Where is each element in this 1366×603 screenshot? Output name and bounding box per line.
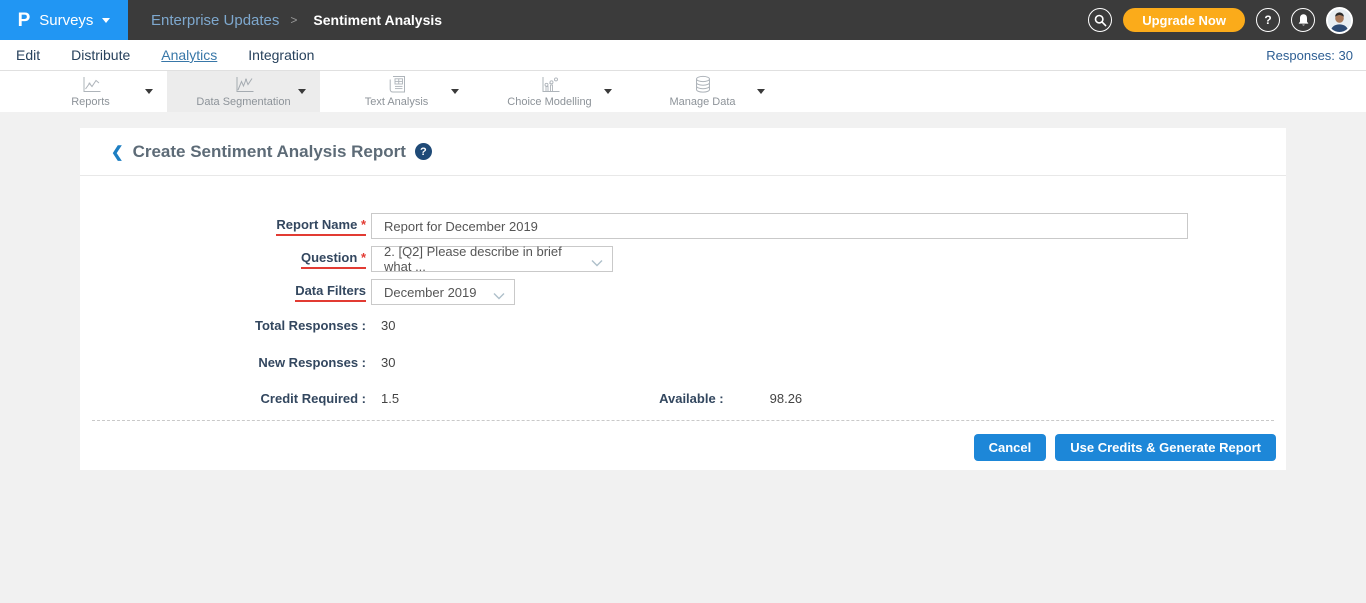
- analytics-toolbar: Reports Data Segmentation Text Analysis …: [0, 71, 1366, 112]
- breadcrumb-survey-name[interactable]: Enterprise Updates: [151, 12, 279, 29]
- data-filters-select-value: December 2019: [384, 285, 477, 300]
- form-footer: Cancel Use Credits & Generate Report: [80, 421, 1286, 470]
- toolbar-tab-text-analysis[interactable]: Text Analysis: [320, 71, 473, 112]
- question-row: Question * 2. [Q2] Please describe in br…: [80, 246, 1286, 272]
- chevron-down-icon[interactable]: [757, 89, 765, 94]
- create-report-card: ❮ Create Sentiment Analysis Report ? Rep…: [80, 128, 1286, 470]
- tab-distribute[interactable]: Distribute: [71, 47, 130, 63]
- tab-edit[interactable]: Edit: [16, 47, 40, 63]
- toolbar-tab-label: Choice Modelling: [507, 96, 591, 108]
- notifications-bell-icon[interactable]: [1291, 8, 1315, 32]
- toolbar-tab-label: Manage Data: [669, 96, 735, 108]
- toolbar-tab-data-segmentation[interactable]: Data Segmentation: [167, 71, 320, 112]
- toolbar-tab-label: Reports: [71, 96, 110, 108]
- credit-required-row: Credit Required : 1.5 Available : 98.26: [80, 391, 1286, 406]
- tab-analytics[interactable]: Analytics: [161, 47, 217, 63]
- upgrade-now-button[interactable]: Upgrade Now: [1123, 8, 1245, 32]
- data-filters-row: Data Filters December 2019: [80, 279, 1286, 305]
- toolbar-tab-reports[interactable]: Reports: [14, 71, 167, 112]
- help-icon[interactable]: ?: [415, 143, 432, 160]
- report-form: Report Name * Question * 2. [Q2] Please …: [80, 176, 1286, 406]
- chevron-down-icon: [591, 255, 603, 270]
- page-title: Create Sentiment Analysis Report: [133, 142, 406, 162]
- toolbar-tab-manage-data[interactable]: Manage Data: [626, 71, 779, 112]
- breadcrumb: Enterprise Updates > Sentiment Analysis: [151, 12, 442, 29]
- chevron-down-icon[interactable]: [298, 89, 306, 94]
- credit-required-value: 1.5: [381, 391, 399, 406]
- total-responses-label: Total Responses :: [80, 318, 366, 333]
- bubble-chart-icon: [538, 76, 562, 94]
- toolbar-tab-choice-modelling[interactable]: Choice Modelling: [473, 71, 626, 112]
- user-avatar[interactable]: [1326, 7, 1353, 34]
- available-credits-label: Available :: [659, 391, 724, 406]
- newspaper-icon: [387, 75, 407, 94]
- help-icon[interactable]: ?: [1256, 8, 1280, 32]
- total-responses-row: Total Responses : 30: [80, 318, 1286, 333]
- chevron-down-icon[interactable]: [451, 89, 459, 94]
- data-filters-label: Data Filters: [80, 283, 366, 302]
- toolbar-tab-label: Data Segmentation: [196, 96, 290, 108]
- zigzag-chart-icon: [232, 76, 256, 94]
- card-header: ❮ Create Sentiment Analysis Report ?: [80, 128, 1286, 176]
- questionpro-logo-icon: P: [18, 11, 31, 30]
- question-select[interactable]: 2. [Q2] Please describe in brief what ..…: [371, 246, 613, 272]
- question-select-value: 2. [Q2] Please describe in brief what ..…: [384, 244, 584, 274]
- line-chart-icon: [79, 76, 103, 94]
- required-asterisk: *: [361, 250, 366, 265]
- back-icon[interactable]: ❮: [111, 143, 124, 161]
- breadcrumb-separator: >: [290, 13, 297, 27]
- available-credits-value: 98.26: [770, 391, 803, 406]
- top-navbar: P Surveys Enterprise Updates > Sentiment…: [0, 0, 1366, 40]
- breadcrumb-current-page: Sentiment Analysis: [313, 12, 442, 28]
- survey-section-nav: Edit Distribute Analytics Integration Re…: [0, 40, 1366, 71]
- search-icon[interactable]: [1088, 8, 1112, 32]
- chevron-down-icon: [102, 18, 110, 23]
- data-filters-select[interactable]: December 2019: [371, 279, 515, 305]
- generate-report-button[interactable]: Use Credits & Generate Report: [1055, 434, 1276, 461]
- report-name-input[interactable]: [371, 213, 1188, 239]
- database-icon: [692, 75, 714, 94]
- surveys-menu[interactable]: P Surveys: [0, 0, 128, 40]
- toolbar-tab-label: Text Analysis: [365, 96, 429, 108]
- report-name-label: Report Name *: [80, 217, 366, 236]
- credit-required-label: Credit Required :: [80, 391, 366, 406]
- report-name-row: Report Name *: [80, 213, 1286, 239]
- new-responses-row: New Responses : 30: [80, 355, 1286, 370]
- main-content: ❮ Create Sentiment Analysis Report ? Rep…: [0, 128, 1366, 603]
- new-responses-value: 30: [381, 355, 395, 370]
- chevron-down-icon[interactable]: [145, 89, 153, 94]
- topbar-actions: Upgrade Now ?: [1088, 7, 1366, 34]
- new-responses-label: New Responses :: [80, 355, 366, 370]
- total-responses-value: 30: [381, 318, 395, 333]
- responses-count[interactable]: Responses: 30: [1266, 48, 1353, 63]
- product-label: Surveys: [39, 12, 93, 29]
- cancel-button[interactable]: Cancel: [974, 434, 1047, 461]
- required-asterisk: *: [361, 217, 366, 232]
- chevron-down-icon[interactable]: [604, 89, 612, 94]
- tab-integration[interactable]: Integration: [248, 47, 314, 63]
- chevron-down-icon: [493, 288, 505, 303]
- question-label: Question *: [80, 250, 366, 269]
